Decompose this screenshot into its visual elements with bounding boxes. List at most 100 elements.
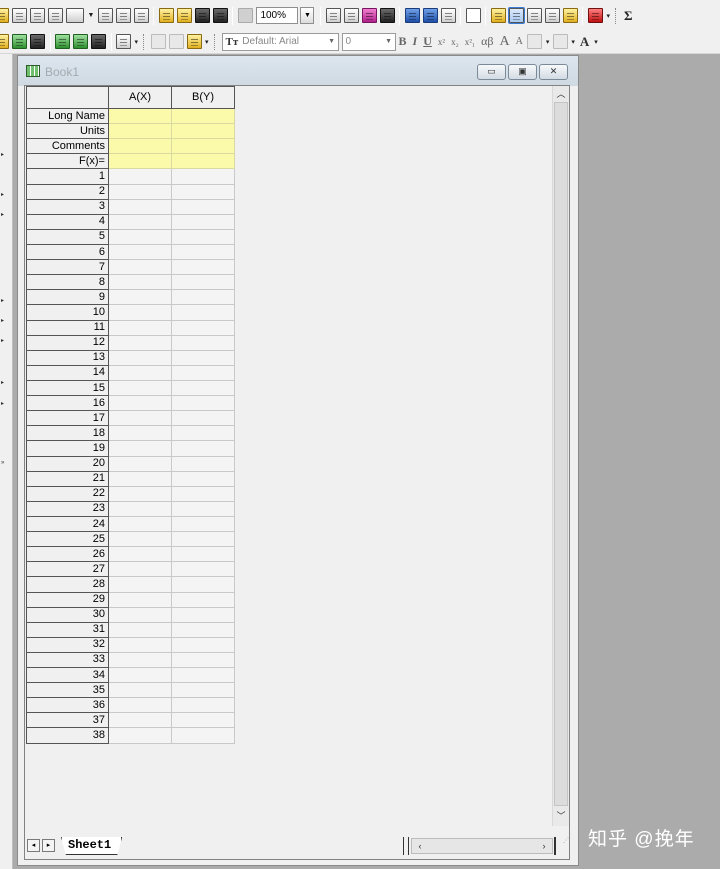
grid-cell[interactable] (108, 259, 172, 276)
dock-arrow-icon[interactable]: ▸ (1, 191, 4, 198)
open-template-icon[interactable] (176, 8, 192, 23)
grid-cell[interactable] (108, 531, 172, 548)
grid-cell[interactable] (171, 228, 235, 245)
grid-cell[interactable] (108, 304, 172, 321)
increase-font-button[interactable]: A (499, 34, 509, 50)
grid-cell[interactable] (171, 546, 235, 563)
new-function-icon[interactable] (66, 8, 84, 23)
chevron-down-icon[interactable]: ▼ (88, 12, 95, 19)
horizontal-split-handle[interactable] (403, 837, 409, 855)
pattern-icon[interactable] (552, 34, 568, 49)
meta-row-label[interactable]: F(x)= (26, 153, 109, 170)
chevron-down-icon[interactable]: ▾ (546, 38, 550, 46)
grid-cell[interactable] (171, 470, 235, 487)
restore-button[interactable]: ▣ (508, 64, 537, 80)
dock-arrow-icon[interactable]: ▸ (1, 211, 4, 218)
grid-cell[interactable] (171, 697, 235, 714)
grid-cell[interactable] (171, 727, 235, 744)
new-workbook-icon[interactable] (12, 8, 27, 23)
recalculate-icon[interactable] (237, 8, 253, 23)
grid-cell[interactable] (108, 470, 172, 487)
bold-button[interactable]: B (399, 34, 407, 49)
grid-cell[interactable] (171, 591, 235, 608)
grid-cell[interactable] (108, 138, 172, 155)
tab-next-icon[interactable]: ▸ (42, 839, 55, 852)
decrease-font-button[interactable]: A (516, 36, 523, 47)
row-number[interactable]: 9 (26, 289, 109, 306)
grid-cell[interactable] (171, 485, 235, 502)
row-number[interactable]: 27 (26, 561, 109, 578)
grid-cell[interactable] (171, 274, 235, 291)
grid-cell[interactable] (171, 243, 235, 261)
row-number[interactable]: 18 (26, 425, 109, 442)
resize-grip-icon[interactable]: ⋰ (554, 837, 569, 855)
new-project-icon[interactable] (0, 8, 9, 23)
command-window-icon[interactable] (440, 8, 456, 23)
grid-cell[interactable] (108, 198, 172, 215)
row-number[interactable]: 38 (26, 727, 109, 744)
grid-cell[interactable] (171, 364, 235, 381)
chevron-down-icon[interactable]: ▼ (326, 38, 338, 45)
grid-cell[interactable] (171, 531, 235, 548)
row-number[interactable]: 29 (26, 591, 109, 608)
row-number[interactable]: 28 (26, 576, 109, 593)
zoom-input[interactable]: 100% (256, 7, 299, 24)
settings-gear-icon[interactable] (562, 8, 578, 23)
column-stats-icon[interactable] (30, 34, 45, 49)
row-number[interactable]: 6 (26, 243, 109, 261)
copy-icon[interactable] (168, 34, 184, 49)
greek-button[interactable]: αβ (481, 34, 493, 49)
grid-cell[interactable] (108, 334, 172, 351)
font-color-icon[interactable]: A (580, 34, 589, 50)
find-icon[interactable] (490, 8, 506, 23)
row-number[interactable]: 11 (26, 319, 109, 336)
row-number[interactable]: 25 (26, 531, 109, 548)
grid-cell[interactable] (108, 515, 172, 533)
horizontal-scrollbar[interactable]: ‹ › (411, 838, 553, 854)
row-number[interactable]: 35 (26, 682, 109, 699)
row-number[interactable]: 34 (26, 667, 109, 684)
grid-cell[interactable] (108, 546, 172, 563)
dock-expand-icon[interactable]: » (1, 460, 4, 466)
chevron-down-icon[interactable]: ▾ (135, 38, 139, 46)
grid-cell[interactable] (108, 440, 172, 457)
scrollbar-thumb[interactable] (554, 102, 568, 806)
row-number[interactable]: 37 (26, 712, 109, 729)
grid-cell[interactable] (108, 319, 172, 336)
zoom-window-icon[interactable] (507, 7, 525, 24)
row-number[interactable]: 21 (26, 470, 109, 487)
grid-cell[interactable] (171, 213, 235, 230)
grid-cell[interactable] (108, 712, 172, 729)
row-number[interactable]: 31 (26, 621, 109, 638)
open-folder-icon[interactable] (158, 8, 174, 23)
dock-arrow-icon[interactable]: ▸ (1, 317, 4, 324)
grid-cell[interactable] (171, 682, 235, 699)
row-number[interactable]: 22 (26, 485, 109, 502)
tab-prev-icon[interactable]: ◂ (27, 839, 40, 852)
row-number[interactable]: 32 (26, 636, 109, 653)
grid-cell[interactable] (108, 379, 172, 397)
row-number[interactable]: 24 (26, 515, 109, 533)
grid-cell[interactable] (171, 319, 235, 336)
grid-cell[interactable] (108, 168, 172, 185)
grid-cell[interactable] (108, 107, 172, 125)
row-number[interactable]: 19 (26, 440, 109, 457)
row-number[interactable]: 2 (26, 183, 109, 200)
grid-cell[interactable] (171, 636, 235, 653)
italic-button[interactable]: I (413, 34, 418, 49)
dock-arrow-icon[interactable]: ▸ (1, 379, 4, 386)
meta-row-label[interactable]: Comments (26, 138, 109, 155)
scroll-up-icon[interactable]: ︿ (553, 86, 569, 102)
set-xy-icon[interactable] (12, 34, 27, 49)
workbook-titlebar[interactable]: Book1 ▭ ▣ ✕ (18, 56, 578, 86)
grid-cell[interactable] (108, 364, 172, 381)
save-icon[interactable] (194, 8, 210, 23)
grid-cell[interactable] (108, 606, 172, 623)
refresh-icon[interactable] (343, 8, 359, 23)
row-number[interactable]: 33 (26, 651, 109, 669)
grid-cell[interactable] (171, 183, 235, 200)
add-column-icon[interactable] (587, 8, 603, 23)
grid-cell[interactable] (171, 712, 235, 729)
grid-cell[interactable] (171, 561, 235, 578)
chevron-down-icon[interactable]: ▾ (606, 12, 610, 20)
